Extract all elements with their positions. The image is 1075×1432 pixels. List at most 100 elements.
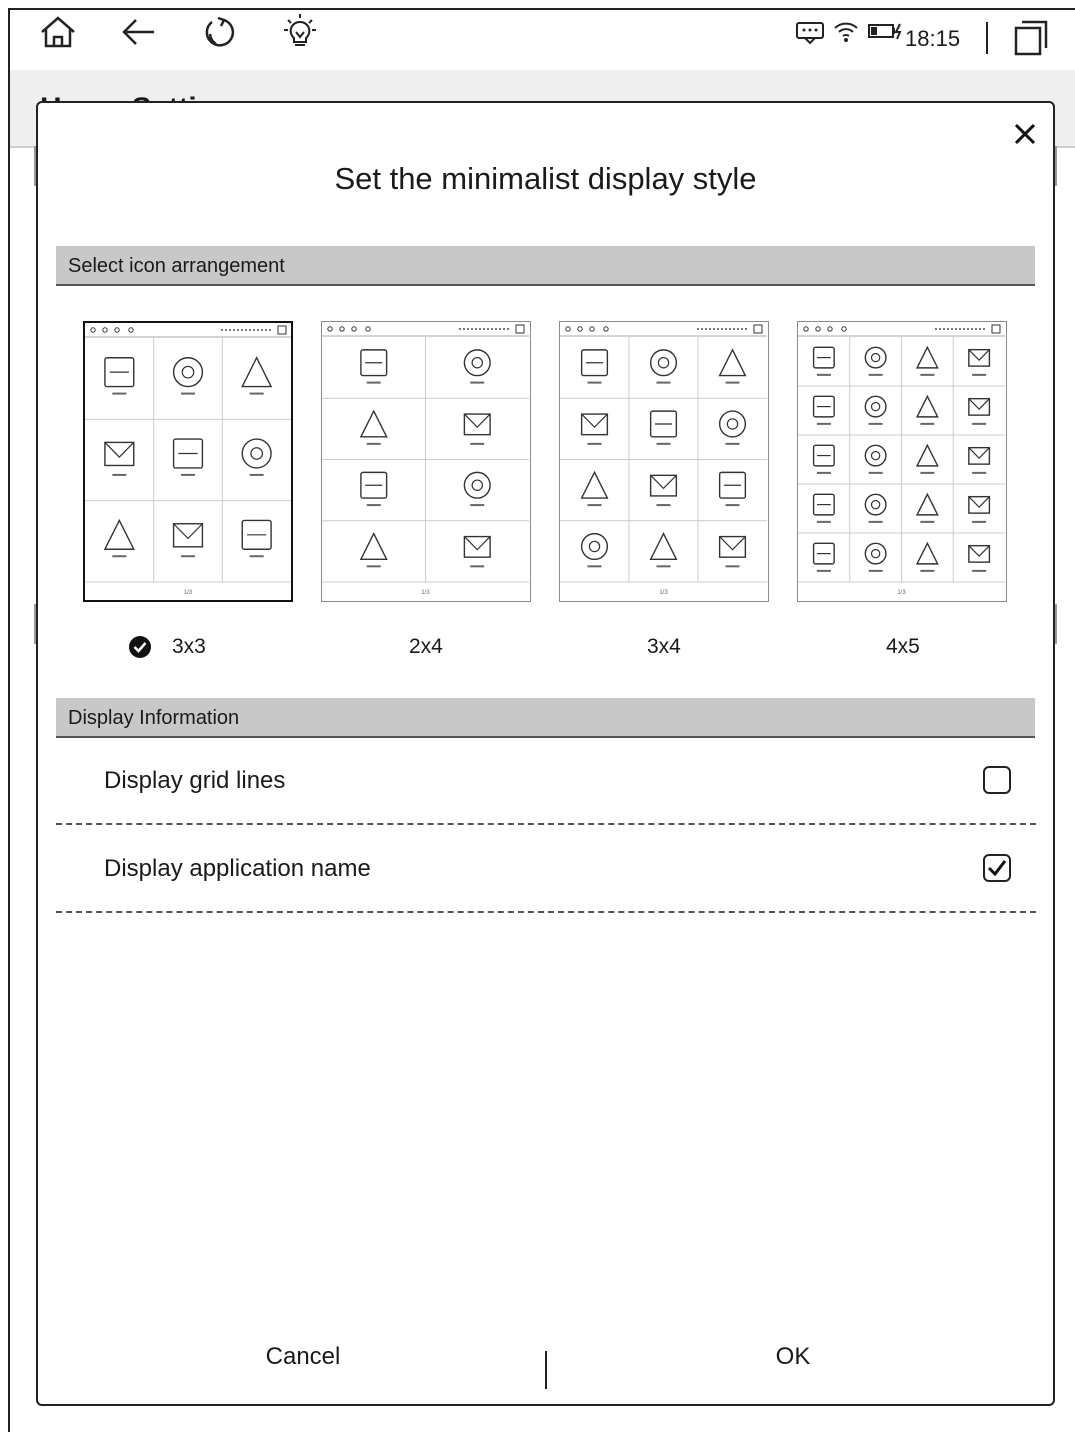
mini-app-icon [915,443,939,467]
layout-label-3x4[interactable]: 3x4 [647,635,681,659]
mini-app-icon [968,348,991,367]
mini-app-icon [968,446,991,465]
mini-app-icon [812,395,835,418]
mini-app-icon [580,470,609,499]
mini-app-icon [812,542,835,565]
mini-app-icon [360,471,388,499]
layout-preview-3x4: 1/3 [560,324,767,596]
layout-preview-4x5: 1/3 [798,324,1005,596]
background-divider [1055,146,1057,186]
status-time: 18:15 [905,26,961,51]
selected-check-icon [129,636,151,658]
mini-app-icon [812,493,835,516]
background-divider [1055,604,1057,644]
app-name-checkbox[interactable] [983,854,1011,882]
close-icon[interactable] [1008,117,1042,151]
display-info-section-header: Display Information [56,698,1035,738]
mini-app-icon [359,532,388,561]
mini-app-icon [915,541,939,565]
back-arrow-icon[interactable] [118,12,158,52]
mini-page-indicator: 1/3 [897,590,906,596]
mini-status-bar [90,325,287,335]
mini-app-icon [864,395,887,418]
battery-charging-icon [868,23,902,40]
mini-app-icon [718,471,747,499]
mini-page-indicator: 1/3 [421,590,430,596]
layout-option-3x4[interactable]: 1/3 [559,321,769,602]
mini-app-icon [104,357,135,388]
mini-app-icon [241,356,273,388]
mini-app-icon [580,413,609,436]
mini-grid [322,337,529,583]
mini-app-icon [463,413,491,436]
grid-lines-label: Display grid lines [104,767,286,794]
mini-status-bar [327,324,525,334]
lightbulb-icon[interactable] [280,12,320,52]
layout-option-2x4[interactable]: 1/3 [321,321,531,602]
mini-app-icon [172,357,204,388]
grid-lines-checkbox[interactable] [983,766,1011,794]
mini-page-indicator: 1/3 [659,590,668,596]
refresh-icon[interactable] [200,12,240,52]
mini-app-icon [580,349,609,377]
layout-option-3x3[interactable]: 1/3 [83,321,293,602]
mini-app-icon [915,394,939,418]
mini-page-indicator: 1/3 [184,590,193,596]
wifi-icon [834,22,858,42]
row-divider [56,823,1036,825]
mini-status-bar [565,324,763,334]
mini-app-icon [360,349,388,377]
mini-app-icon [172,438,204,469]
mini-app-icon [968,397,991,416]
mini-app-icon [580,532,609,561]
mini-app-icon [812,444,835,467]
layout-option-4x5[interactable]: 1/3 [797,321,1007,602]
row-divider [56,911,1036,913]
mini-app-icon [649,410,678,438]
mini-app-icon [864,542,887,565]
mini-app-icon [915,492,939,516]
mini-grid [85,338,291,583]
mini-app-icon [172,523,204,548]
mini-app-icon [718,348,747,377]
mini-app-icon [864,493,887,516]
mini-app-icon [864,346,887,369]
mini-app-icon [718,535,747,558]
checkmark-icon [987,860,1007,877]
mini-app-icon [103,518,135,550]
ok-button[interactable]: OK [708,1343,878,1371]
mini-app-icon [968,495,991,514]
button-divider [545,1351,547,1389]
mini-app-icon [915,345,939,369]
mini-app-icon [968,544,991,563]
mini-app-icon [812,346,835,369]
mini-app-icon [718,410,747,438]
layout-label-2x4[interactable]: 2x4 [409,635,443,659]
mini-status-bar [803,324,1001,334]
mini-app-icon [864,444,887,467]
mini-app-icon [463,535,491,558]
home-icon[interactable] [38,12,78,52]
mini-app-icon [649,474,678,497]
mini-app-icon [359,409,388,438]
mini-app-icon [241,438,272,469]
dialog-title: Set the minimalist display style [334,161,757,196]
layout-preview-3x3: 1/3 [85,325,291,596]
mini-app-icon [463,471,491,499]
arrangement-section-header: Select icon arrangement [56,246,1035,286]
mini-app-icon [463,349,491,377]
mini-app-icon [241,519,272,550]
mini-app-icon [649,349,678,377]
window-switch-icon[interactable] [1010,18,1050,58]
app-name-label: Display application name [104,855,371,882]
layout-preview-2x4: 1/3 [322,324,529,596]
mini-app-icon [649,532,678,561]
cancel-button[interactable]: Cancel [218,1343,388,1371]
status-divider [986,22,988,54]
mini-app-icon [104,441,135,467]
mini-grid [560,337,767,583]
layout-label-3x3[interactable]: 3x3 [172,635,206,659]
layout-label-4x5[interactable]: 4x5 [886,635,920,659]
display-style-dialog: Set the minimalist display style Select … [36,101,1055,1406]
keyboard-icon [796,22,824,45]
